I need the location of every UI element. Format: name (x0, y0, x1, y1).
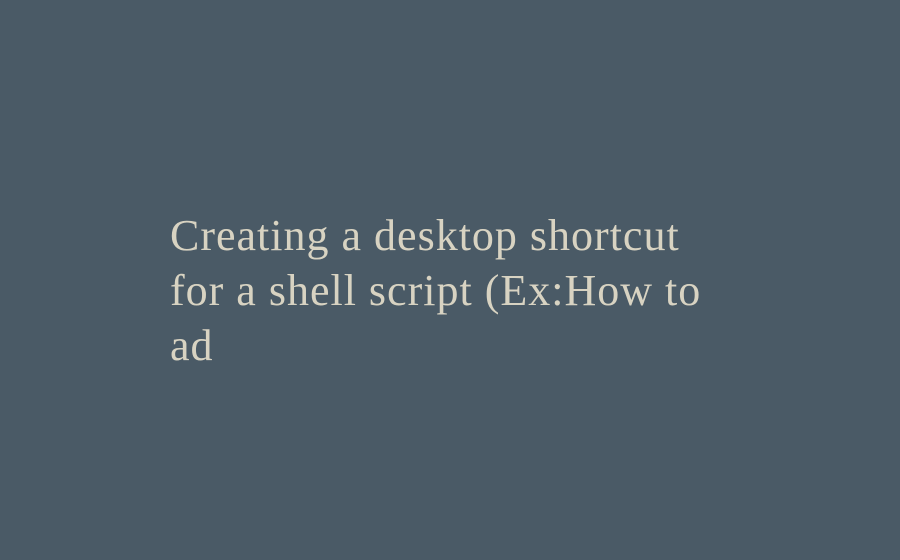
main-text: Creating a desktop shortcut for a shell … (170, 208, 730, 373)
